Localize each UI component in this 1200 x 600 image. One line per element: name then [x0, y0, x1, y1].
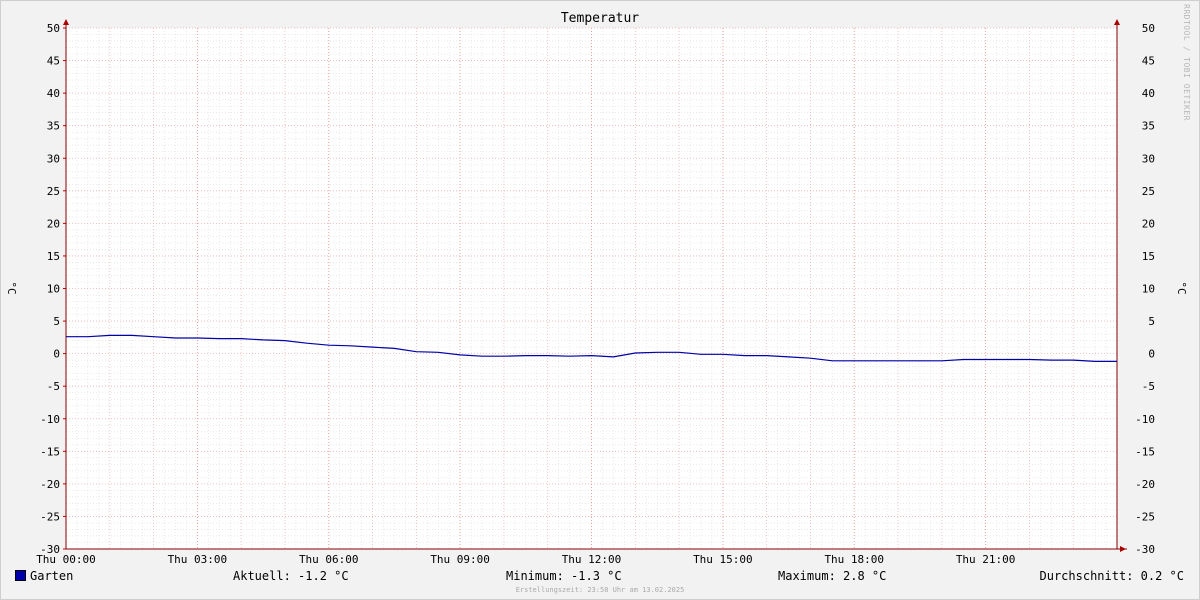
legend-maximum: Maximum: 2.8 °C: [778, 569, 887, 583]
legend-minimum: Minimum: -1.3 °C: [506, 569, 622, 583]
y-tick-label-left: 45: [47, 55, 60, 68]
x-tick-label: Thu 00:00: [36, 553, 96, 566]
x-tick-label: Thu 06:00: [299, 553, 359, 566]
y-tick-label-right: 25: [1142, 185, 1155, 198]
y-tick-label-left: -10: [40, 413, 60, 426]
legend-series-name: Garten: [30, 569, 74, 583]
rrdtool-watermark: RRDTOOL / TOBI OETIKER: [1182, 4, 1191, 121]
y-tick-label-right: 5: [1148, 315, 1155, 328]
x-axis-arrow: [1120, 546, 1126, 552]
y-tick-label-right: -30: [1135, 543, 1155, 556]
y-tick-label-left: 20: [47, 217, 60, 230]
y-tick-label-right: -25: [1135, 510, 1155, 523]
creation-time-footer: Erstellungszeit: 23:58 Uhr am 13.02.2025: [515, 586, 685, 594]
legend-row: Garten Aktuell: -1.2 °C Minimum: -1.3 °C…: [0, 569, 1200, 583]
y-tick-label-right: 20: [1142, 217, 1155, 230]
y-tick-label-left: 5: [53, 315, 60, 328]
y-tick-label-right: 30: [1142, 152, 1155, 165]
temperature-chart: 50 5045 4540 4035 3530 3025 2520 2015 1510 105 50 0…: [36, 19, 1155, 566]
y-tick-label-right: -5: [1142, 380, 1155, 393]
y-tick-label-left: -20: [40, 478, 60, 491]
y-tick-label-right: -10: [1135, 413, 1155, 426]
y-tick-label-right: 45: [1142, 55, 1155, 68]
x-tick-label: Thu 03:00: [168, 553, 228, 566]
x-tick-label: Thu 12:00: [562, 553, 622, 566]
y-axis-label-left: °C: [5, 281, 18, 295]
y-tick-label-left: 25: [47, 185, 60, 198]
y-tick-label-left: 35: [47, 120, 60, 133]
y-tick-label-right: 15: [1142, 250, 1155, 263]
y-tick-label-left: 0: [53, 348, 60, 361]
x-tick-label: Thu 09:00: [430, 553, 490, 566]
y-tick-label-left: -5: [47, 380, 60, 393]
y-axis-label-right: °C: [1175, 281, 1188, 295]
y-tick-label-right: -20: [1135, 478, 1155, 491]
x-tick-label: Thu 21:00: [956, 553, 1016, 566]
y-tick-label-left: -15: [40, 445, 60, 458]
y-tick-label-left: -25: [40, 510, 60, 523]
y-tick-label-left: 15: [47, 250, 60, 263]
y-tick-label-right: 10: [1142, 283, 1155, 296]
x-tick-label: Thu 15:00: [693, 553, 753, 566]
y-tick-label-right: 35: [1142, 120, 1155, 133]
y-tick-label-left: 40: [47, 87, 60, 100]
y-tick-label-right: 40: [1142, 87, 1155, 100]
y-tick-label-left: 30: [47, 152, 60, 165]
chart-title: Temperatur: [560, 11, 640, 26]
y-tick-label-left: 10: [47, 283, 60, 296]
legend-average: Durchschnitt: 0.2 °C: [1039, 569, 1185, 583]
y-tick-label-right: -15: [1135, 445, 1155, 458]
legend-current: Aktuell: -1.2 °C: [233, 569, 349, 583]
y-tick-label-right: 0: [1148, 348, 1155, 361]
x-tick-label: Thu 18:00: [824, 553, 884, 566]
